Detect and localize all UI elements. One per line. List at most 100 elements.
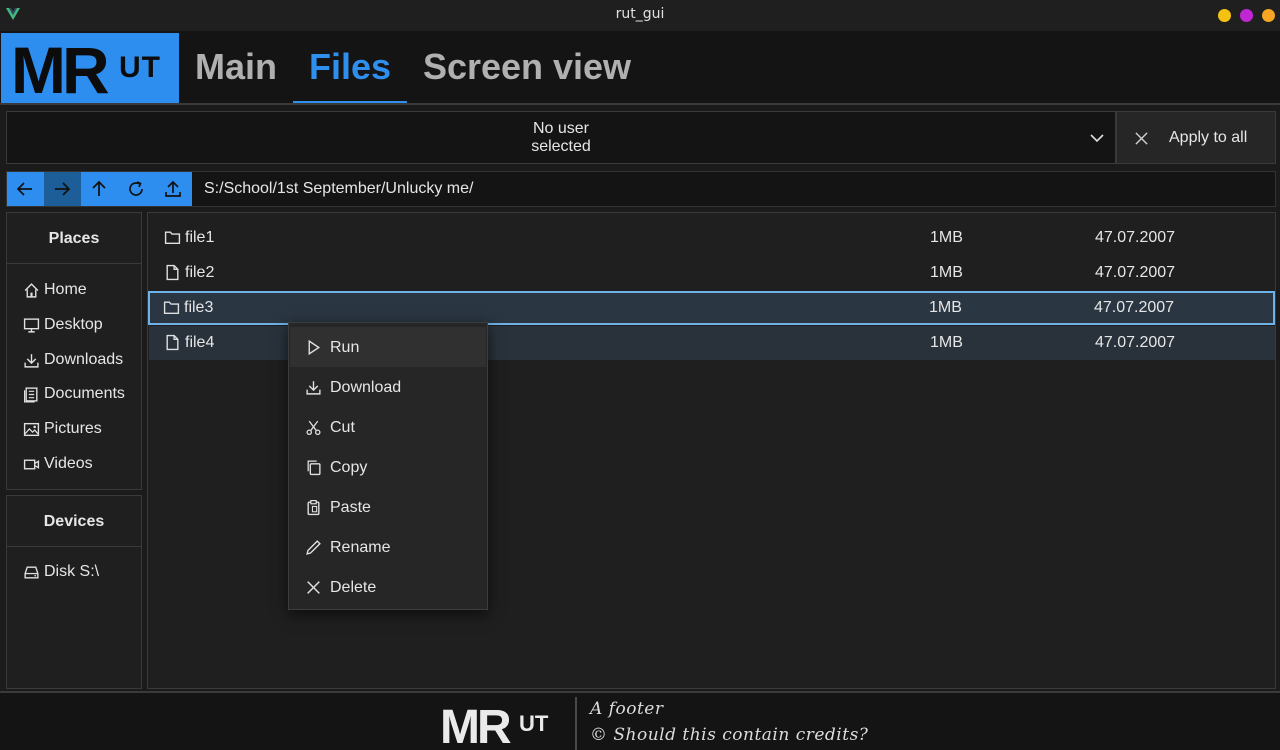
- places-panel: Places Home Desktop Downloads Documents …: [6, 212, 142, 490]
- menu-item-copy[interactable]: Copy: [290, 447, 486, 487]
- footer-title: A footer: [590, 699, 664, 719]
- file-name: file4: [185, 334, 215, 351]
- menu-item-label: Copy: [330, 459, 368, 476]
- file-row[interactable]: file1 1MB 47.07.2007: [149, 221, 1275, 255]
- user-select-line2: selected: [531, 138, 591, 155]
- path-bar: S:/School/1st September/Unlucky me/: [6, 171, 1276, 207]
- file-size: 1MB: [930, 264, 963, 281]
- file-name: file3: [184, 299, 214, 316]
- svg-text:MR: MR: [440, 701, 511, 745]
- folder-icon: [164, 231, 181, 245]
- forward-button[interactable]: [44, 172, 81, 206]
- pencil-icon: [306, 540, 321, 555]
- sidebar-item-home[interactable]: Home: [23, 278, 87, 302]
- file-icon: [166, 334, 179, 351]
- footer-logo: MR UT: [440, 701, 549, 745]
- up-button[interactable]: [81, 172, 118, 206]
- menu-item-label: Run: [330, 339, 360, 356]
- devices-panel: Devices Disk S:\: [6, 495, 142, 689]
- svg-text:UT: UT: [119, 51, 161, 84]
- sidebar-item-label: Videos: [44, 455, 93, 472]
- file-icon: [166, 264, 179, 281]
- paste-icon: [307, 500, 320, 516]
- sidebar-item-label: Desktop: [44, 316, 103, 333]
- footer-divider: [575, 697, 577, 750]
- sidebar-item-pictures[interactable]: Pictures: [23, 417, 102, 441]
- brand-logo[interactable]: MR UT: [1, 33, 179, 107]
- maximize-button[interactable]: [1240, 9, 1253, 22]
- sidebar-item-desktop[interactable]: Desktop: [23, 313, 103, 337]
- sidebar-item-label: Downloads: [44, 351, 124, 368]
- file-date: 47.07.2007: [1095, 334, 1176, 351]
- upload-icon: [165, 180, 181, 197]
- refresh-button[interactable]: [118, 172, 155, 206]
- window-titlebar[interactable]: rut_gui: [0, 0, 1280, 31]
- apply-to-all-label: Apply to all: [1169, 129, 1248, 146]
- tab-main[interactable]: Main: [180, 39, 292, 103]
- menu-item-label: Rename: [330, 539, 391, 556]
- close-button[interactable]: [1262, 9, 1275, 22]
- arrow-up-icon: [92, 180, 106, 196]
- back-button[interactable]: [7, 172, 44, 206]
- sidebar-item-label: Disk S:\: [44, 563, 100, 580]
- download-icon: [306, 381, 321, 395]
- file-row-selected[interactable]: file3 1MB 47.07.2007: [148, 291, 1275, 325]
- refresh-icon: [129, 181, 143, 196]
- devices-title: Devices: [43, 513, 105, 530]
- sidebar-item-label: Home: [44, 281, 87, 298]
- menu-item-paste[interactable]: Paste: [290, 487, 486, 527]
- app-footer: MR UT A footer © Should this contain cre…: [0, 691, 1280, 750]
- file-date: 47.07.2007: [1095, 229, 1176, 246]
- upload-button[interactable]: [155, 172, 192, 206]
- pictures-icon: [23, 422, 40, 436]
- user-select-dropdown[interactable]: No user selected: [6, 111, 1116, 164]
- context-menu: Run Download Cut Copy Paste Rename Delet…: [288, 322, 488, 610]
- desktop-icon: [23, 317, 40, 333]
- download-icon: [24, 353, 39, 368]
- arrow-left-icon: [16, 182, 32, 196]
- video-icon: [23, 459, 40, 469]
- menu-item-run[interactable]: Run: [290, 327, 486, 367]
- tab-screen-view[interactable]: Screen view: [412, 39, 642, 103]
- places-divider: [7, 263, 141, 264]
- chevron-down-icon: [1090, 134, 1104, 143]
- menu-item-label: Cut: [330, 419, 355, 436]
- places-title: Places: [48, 230, 100, 247]
- window-title: rut_gui: [615, 6, 665, 22]
- scissors-icon: [306, 420, 321, 436]
- file-date: 47.07.2007: [1094, 299, 1175, 316]
- menu-item-cut[interactable]: Cut: [290, 407, 486, 447]
- svg-text:MR: MR: [11, 33, 109, 103]
- close-icon: [1135, 132, 1148, 145]
- play-icon: [308, 339, 321, 356]
- menu-item-label: Paste: [330, 499, 371, 516]
- brand-logo-graphic: MR UT: [11, 33, 161, 107]
- arrow-right-icon: [55, 182, 71, 196]
- sidebar-item-label: Pictures: [44, 420, 102, 437]
- copy-icon: [307, 460, 321, 476]
- sidebar-item-documents[interactable]: Documents: [23, 382, 125, 406]
- sidebar-item-disk-s[interactable]: Disk S:\: [23, 560, 99, 584]
- sidebar-item-downloads[interactable]: Downloads: [23, 348, 123, 372]
- minimize-button[interactable]: [1218, 9, 1231, 22]
- footer-credits: © Should this contain credits?: [590, 725, 869, 745]
- file-size: 1MB: [929, 299, 962, 316]
- menu-item-delete[interactable]: Delete: [290, 567, 486, 607]
- path-input[interactable]: S:/School/1st September/Unlucky me/: [204, 180, 473, 198]
- tab-files[interactable]: Files: [293, 39, 407, 103]
- home-icon: [24, 282, 39, 298]
- apply-to-all-button[interactable]: Apply to all: [1116, 111, 1276, 164]
- menu-item-label: Download: [330, 379, 402, 396]
- menu-item-label: Delete: [330, 579, 377, 596]
- x-icon: [307, 581, 320, 594]
- sidebar-item-videos[interactable]: Videos: [23, 452, 93, 476]
- menu-item-rename[interactable]: Rename: [290, 527, 486, 567]
- file-name: file1: [185, 229, 215, 246]
- svg-text:UT: UT: [519, 711, 549, 736]
- user-bar: No user selected Apply to all: [6, 111, 1276, 164]
- menu-item-download[interactable]: Download: [290, 367, 486, 407]
- file-row[interactable]: file2 1MB 47.07.2007: [149, 256, 1275, 290]
- user-select-line1: No user: [532, 120, 590, 137]
- file-date: 47.07.2007: [1095, 264, 1176, 281]
- app-header: MR UT Main Files Screen view: [0, 31, 1280, 107]
